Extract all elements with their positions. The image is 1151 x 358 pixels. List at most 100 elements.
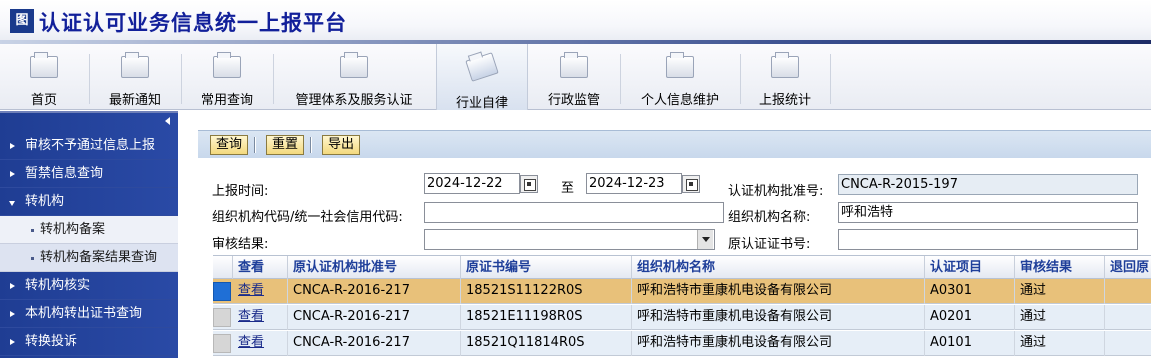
calendar-icon[interactable]: [520, 175, 538, 193]
column-header[interactable]: 组织机构名称: [632, 256, 925, 280]
folder-icon: [121, 52, 149, 78]
sidebar-item-transfer-org[interactable]: 转机构: [0, 188, 178, 216]
row-selector[interactable]: [213, 334, 231, 353]
tab-label: 最新通知: [108, 93, 161, 108]
sidebar-item-transfer-filing[interactable]: 转机构备案: [0, 216, 178, 244]
tab-industry-self-discipline[interactable]: 行业自律: [436, 44, 528, 111]
column-header[interactable]: 退回原: [1105, 256, 1151, 280]
chevron-right-icon: [10, 143, 15, 149]
org-cell: 呼和浩特市重康机电设备有限公司: [632, 279, 925, 304]
column-header[interactable]: 审核结果: [1015, 256, 1105, 280]
sidebar: 审核不予通过信息上报 暂禁信息查询 转机构 转机构备案 转机构备案结果查询 转机…: [0, 111, 178, 358]
folder-icon: [666, 52, 694, 78]
view-link-text[interactable]: 查看: [238, 283, 264, 298]
module-toolbar: 首页 最新通知 常用查询 管理体系及服务认证 行业自律 行政监管 个人信息维护 …: [0, 44, 1151, 111]
approval-cell: CNCA-R-2016-217: [288, 331, 461, 356]
cert-cell: 18521S11122R0S: [461, 279, 632, 304]
folder-icon: [30, 52, 58, 78]
tab-administrative-supervision[interactable]: 行政监管: [529, 44, 619, 110]
folder-icon: [560, 52, 588, 78]
sidebar-item-label: 转机构备案结果查询: [40, 250, 158, 265]
result-cell: 通过: [1015, 279, 1105, 304]
review-result-label: 审核结果:: [212, 237, 269, 252]
main-content: 查询 重置 导出 上报时间: 2024-12-22 至 2024-12-23 认…: [178, 111, 1151, 358]
sidebar-item-label: 转机构备案: [40, 222, 106, 237]
chevron-right-icon: [10, 283, 15, 289]
folder-icon: [213, 52, 241, 78]
result-cell: 通过: [1015, 331, 1105, 356]
row-selector[interactable]: [213, 282, 231, 301]
app-logo: 图: [10, 9, 34, 33]
sidebar-item-transfer-complaint[interactable]: 转换投诉: [0, 328, 178, 356]
tab-management-certification[interactable]: 管理体系及服务认证: [274, 44, 434, 110]
review-result-select[interactable]: [424, 229, 715, 250]
view-link-text[interactable]: 查看: [238, 309, 264, 324]
sidebar-item-suspension-query[interactable]: 暂禁信息查询: [0, 160, 178, 188]
sidebar-item-label: 本机构转出证书查询: [25, 306, 143, 321]
sidebar-item-outgoing-certs[interactable]: 本机构转出证书查询: [0, 300, 178, 328]
sidebar-item-label: 转机构核实: [25, 278, 91, 293]
column-header[interactable]: 原证书编号: [461, 256, 632, 280]
tab-label: 上报统计: [758, 93, 811, 108]
org-cell: 呼和浩特市重康机电设备有限公司: [632, 331, 925, 356]
return-cell: [1105, 279, 1151, 304]
tab-label: 行政监管: [547, 93, 600, 108]
approval-no-field: CNCA-R-2015-197: [838, 174, 1138, 195]
column-header[interactable]: 认证项目: [925, 256, 1015, 280]
approval-cell: CNCA-R-2016-217: [288, 279, 461, 304]
tab-common-query[interactable]: 常用查询: [182, 44, 272, 110]
org-code-input[interactable]: [424, 202, 724, 223]
collapse-left-icon[interactable]: [165, 117, 170, 125]
column-header[interactable]: 查看: [233, 256, 288, 280]
sidebar-item-transfer-verify[interactable]: 转机构核实: [0, 272, 178, 300]
orig-cert-input[interactable]: [838, 229, 1138, 250]
bullet-icon: [31, 229, 34, 232]
action-divider: [254, 137, 256, 153]
bullet-icon: [31, 257, 34, 260]
row-selector[interactable]: [213, 308, 231, 327]
table-row[interactable]: 查看 CNCA-R-2016-217 18521S11122R0S 呼和浩特市重…: [213, 279, 1151, 304]
view-link-text[interactable]: 查看: [238, 335, 264, 350]
sidebar-item-transfer-filing-result[interactable]: 转机构备案结果查询: [0, 244, 178, 272]
action-divider: [310, 137, 312, 153]
tab-personal-info[interactable]: 个人信息维护: [621, 44, 739, 110]
project-cell: A0101: [925, 331, 1015, 356]
org-name-label: 组织机构名称:: [728, 210, 811, 225]
query-button[interactable]: 查询: [210, 135, 249, 155]
folder-icon: [771, 52, 799, 78]
tab-label: 个人信息维护: [640, 93, 719, 108]
orig-cert-label: 原认证证书号:: [728, 237, 811, 252]
folder-icon: [340, 52, 368, 78]
org-name-input[interactable]: 呼和浩特: [838, 202, 1138, 223]
project-cell: A0201: [925, 305, 1015, 330]
chevron-down-icon: [9, 201, 15, 206]
dropdown-arrow-icon[interactable]: [697, 230, 713, 249]
date-to-input[interactable]: 2024-12-23: [586, 173, 682, 194]
chevron-right-icon: [10, 339, 15, 345]
view-link[interactable]: 查看: [233, 279, 288, 304]
table-row[interactable]: 查看 CNCA-R-2016-217 18521E11198R0S 呼和浩特市重…: [213, 305, 1151, 330]
date-from-input[interactable]: 2024-12-22: [424, 173, 520, 194]
tab-label: 管理体系及服务认证: [295, 93, 413, 108]
return-cell: [1105, 331, 1151, 356]
table-row[interactable]: 查看 CNCA-R-2016-217 18521Q11814R0S 呼和浩特市重…: [213, 331, 1151, 356]
column-header[interactable]: 原认证机构批准号: [288, 256, 461, 280]
return-cell: [1105, 305, 1151, 330]
sidebar-item-review-rejected-report[interactable]: 审核不予通过信息上报: [0, 132, 178, 160]
org-code-label: 组织机构代码/统一社会信用代码:: [212, 210, 403, 225]
project-cell: A0301: [925, 279, 1015, 304]
tab-latest-notice[interactable]: 最新通知: [90, 44, 180, 110]
calendar-icon[interactable]: [682, 175, 700, 193]
sidebar-item-label: 暂禁信息查询: [25, 166, 104, 181]
view-link[interactable]: 查看: [233, 305, 288, 330]
org-cell: 呼和浩特市重康机电设备有限公司: [632, 305, 925, 330]
tab-report-statistics[interactable]: 上报统计: [741, 44, 829, 110]
approval-no-label: 认证机构批准号:: [728, 184, 824, 199]
cert-cell: 18521Q11814R0S: [461, 331, 632, 356]
tab-home[interactable]: 首页: [0, 44, 88, 110]
export-button[interactable]: 导出: [322, 135, 361, 155]
view-link[interactable]: 查看: [233, 331, 288, 356]
reset-button[interactable]: 重置: [266, 135, 305, 155]
sidebar-item-label: 审核不予通过信息上报: [25, 138, 156, 153]
open-folder-icon: [465, 52, 499, 82]
